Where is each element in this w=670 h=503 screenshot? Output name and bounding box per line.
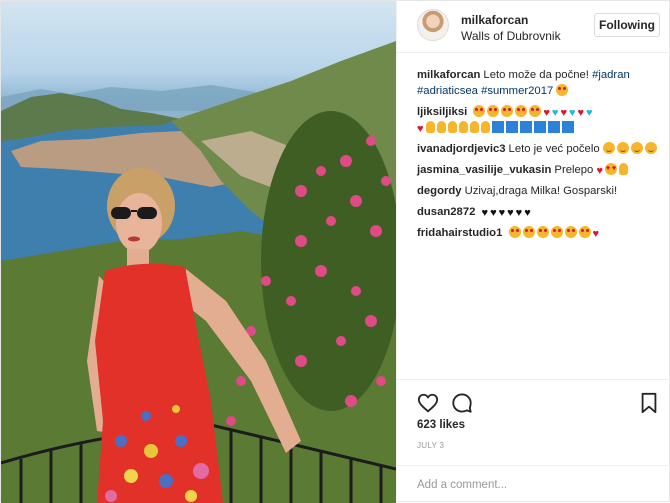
comment: ivanadjordjevic3 Leto je već počelo <box>417 141 665 157</box>
bookmark-icon[interactable] <box>640 392 658 414</box>
comment-text: Prelepo <box>554 164 594 176</box>
blue-square-emoji-icon <box>505 121 518 133</box>
comment-username[interactable]: dusan2872 <box>417 206 475 218</box>
hashtag-link[interactable]: #adriaticsea <box>417 85 478 97</box>
hashtag-link[interactable]: #summer2017 <box>481 85 553 97</box>
comment-username[interactable]: fridahairstudio1 <box>417 227 502 239</box>
caption-text: Leto može da počne! <box>483 69 589 81</box>
heart-eyes-emoji-icon <box>501 105 514 117</box>
blue-square-emoji-icon <box>519 121 532 133</box>
smile-emoji-icon <box>602 142 615 154</box>
comments-list: milkaforcan Leto može da počne! #jadran #… <box>417 67 665 246</box>
red-heart-icon: ♥ <box>592 228 600 240</box>
blue-square-emoji-icon <box>547 121 560 133</box>
blue-square-emoji-icon <box>533 121 546 133</box>
post-header: milkaforcan Walls of Dubrovnik Following <box>397 1 670 53</box>
comment: dusan2872 ♥ ♥ ♥ ♥ ♥ ♥ <box>417 204 665 220</box>
blue-heart-icon: ♥ <box>586 107 593 119</box>
heart-eyes-emoji-icon <box>556 84 569 96</box>
black-heart-icon: ♥ <box>524 207 531 219</box>
ok-hand-emoji-icon <box>425 121 435 133</box>
post-date: JULY 3 <box>417 441 445 450</box>
red-heart-icon: ♥ <box>417 123 424 135</box>
comment-username[interactable]: jasmina_vasilije_vukasin <box>417 164 551 176</box>
heart-outline-icon[interactable] <box>417 392 439 414</box>
caption-username[interactable]: milkaforcan <box>417 69 480 81</box>
black-heart-icon: ♥ <box>498 207 506 219</box>
ok-hand-emoji-icon <box>436 121 446 133</box>
photo-illustration <box>1 41 396 503</box>
heart-eyes-emoji-icon <box>487 105 500 117</box>
avatar[interactable] <box>417 9 449 41</box>
blue-heart-icon: ♥ <box>551 107 559 119</box>
black-heart-icon: ♥ <box>507 207 514 219</box>
heart-eyes-emoji-icon <box>564 226 577 238</box>
comment: degordy Uzivaj,draga Milka! Gosparski! <box>417 183 665 199</box>
post-sidebar: milkaforcan Walls of Dubrovnik Following… <box>396 1 670 503</box>
speech-bubble-icon[interactable] <box>451 392 473 414</box>
add-comment-bar <box>397 465 670 503</box>
comment-text: Leto je već počelo <box>508 143 600 155</box>
blue-square-emoji-icon <box>491 121 504 133</box>
hashtag-link[interactable]: #jadran <box>592 69 630 81</box>
comment: jasmina_vasilije_vukasin Prelepo ♥ <box>417 162 665 178</box>
ok-hand-emoji-icon <box>458 121 468 133</box>
heart-eyes-emoji-icon <box>515 105 528 117</box>
heart-eyes-emoji-icon <box>473 105 486 117</box>
red-heart-icon: ♥ <box>596 165 604 177</box>
heart-eyes-emoji-icon <box>550 226 563 238</box>
smile-emoji-icon <box>616 142 629 154</box>
red-heart-icon: ♥ <box>543 107 550 119</box>
caption: milkaforcan Leto može da počne! #jadran #… <box>417 67 665 99</box>
post-actions <box>397 379 670 423</box>
heart-eyes-emoji-icon <box>529 105 542 117</box>
comment: ljiksiljiksi ♥ ♥ ♥ ♥ ♥ ♥ ♥ <box>417 104 665 136</box>
comment-text: Uzivaj,draga Milka! Gosparski! <box>464 185 618 197</box>
instagram-post: milkaforcan Walls of Dubrovnik Following… <box>0 0 670 503</box>
post-username[interactable]: milkaforcan <box>461 13 528 27</box>
black-heart-icon: ♥ <box>515 207 523 219</box>
heart-eyes-emoji-icon <box>508 226 521 238</box>
following-button[interactable]: Following <box>594 13 660 37</box>
red-heart-icon: ♥ <box>560 107 567 119</box>
comment-username[interactable]: degordy <box>417 185 462 197</box>
black-heart-icon: ♥ <box>481 207 489 219</box>
smile-emoji-icon <box>630 142 643 154</box>
black-heart-icon: ♥ <box>490 207 497 219</box>
ok-hand-emoji-icon <box>447 121 457 133</box>
heart-eyes-emoji-icon <box>578 226 591 238</box>
like-count[interactable]: 623 likes <box>417 419 465 431</box>
blue-heart-icon: ♥ <box>568 107 576 119</box>
post-photo[interactable] <box>1 1 396 503</box>
heart-eyes-emoji-icon <box>522 226 535 238</box>
ok-hand-emoji-icon <box>480 121 490 133</box>
blue-square-emoji-icon <box>561 121 574 133</box>
ok-hand-emoji-icon <box>619 163 629 175</box>
post-location[interactable]: Walls of Dubrovnik <box>461 29 561 43</box>
smile-emoji-icon <box>644 142 657 154</box>
heart-eyes-emoji-icon <box>536 226 549 238</box>
ok-hand-emoji-icon <box>469 121 479 133</box>
comment-username[interactable]: ivanadjordjevic3 <box>417 143 506 155</box>
comment-input[interactable] <box>417 476 647 494</box>
comment-username[interactable]: ljiksiljiksi <box>417 106 467 118</box>
comment: fridahairstudio1 ♥ <box>417 225 665 241</box>
heart-eyes-cat-emoji-icon <box>605 163 618 175</box>
red-heart-icon: ♥ <box>577 107 585 119</box>
